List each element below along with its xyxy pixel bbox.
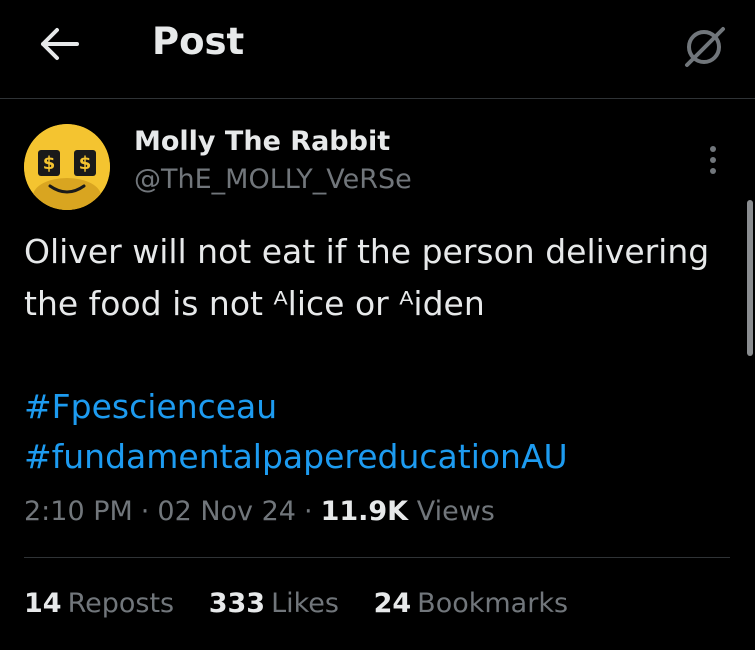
post-metadata: 2:10 PM · 02 Nov 24 · 11.9K Views [24, 496, 495, 527]
grok-icon [685, 27, 725, 67]
more-vertical-icon [710, 146, 716, 174]
svg-text:$: $ [79, 153, 92, 174]
scrollbar-thumb[interactable] [747, 200, 753, 356]
bookmarks-count: 24 [373, 588, 412, 619]
hashtag-link[interactable]: #fundamentalpapereducationAU [24, 432, 734, 482]
post-text-line: Oliver will not eat if the person delive… [24, 232, 710, 271]
avatar[interactable]: $ $ [24, 124, 110, 210]
hashtag-link[interactable]: #Fpescienceau [24, 382, 734, 432]
bookmarks-label: Bookmarks [417, 588, 569, 619]
separator-dot: · [303, 496, 313, 527]
more-options-button[interactable] [700, 140, 726, 180]
bookmarks-stat[interactable]: 24 Bookmarks [374, 588, 568, 619]
reposts-stat[interactable]: 14 Reposts [24, 588, 174, 619]
avatar-image: $ $ [24, 124, 110, 210]
likes-count: 333 [208, 588, 266, 619]
likes-label: Likes [271, 588, 339, 619]
author-display-name[interactable]: Molly The Rabbit [134, 126, 390, 157]
arrow-left-icon [41, 28, 79, 60]
post-time[interactable]: 2:10 PM [24, 496, 133, 527]
post-text: Oliver will not eat if the person delive… [24, 226, 734, 330]
author-handle[interactable]: @ThE_MOLLY_VeRSe [134, 164, 412, 195]
likes-stat[interactable]: 333 Likes [209, 588, 339, 619]
top-bar: Post [0, 0, 755, 99]
post-date[interactable]: 02 Nov 24 [157, 496, 296, 527]
separator-dot: · [140, 496, 150, 527]
views-count: 11.9K [320, 496, 409, 527]
divider [24, 557, 730, 558]
hashtag-list: #Fpescienceau #fundamentalpapereducation… [24, 382, 734, 482]
back-button[interactable] [36, 24, 82, 64]
reposts-count: 14 [24, 588, 62, 619]
engagement-stats: 14 Reposts 333 Likes 24 Bookmarks [24, 588, 594, 619]
post-text-line: the food is not ᴬlice or ᴬiden [24, 284, 485, 323]
page-title: Post [152, 20, 245, 63]
views-label: Views [416, 496, 495, 527]
reposts-label: Reposts [67, 588, 175, 619]
svg-text:$: $ [43, 153, 56, 174]
grok-button[interactable] [680, 22, 728, 70]
